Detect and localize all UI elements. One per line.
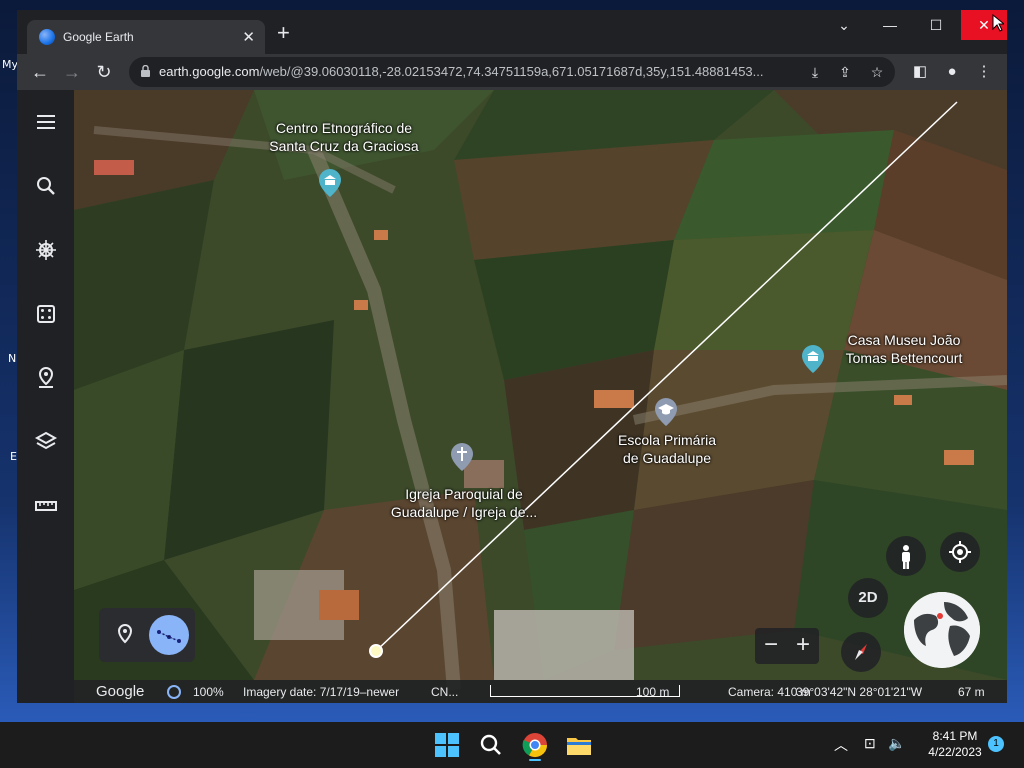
- url-text: earth.google.com/web/@39.06030118,-28.02…: [159, 64, 764, 79]
- measure-tool-panel: [99, 608, 195, 662]
- tab-close-icon[interactable]: ✕: [242, 28, 255, 46]
- maximize-button[interactable]: ☐: [913, 10, 959, 40]
- tab-title: Google Earth: [63, 30, 134, 44]
- zoom-out-button[interactable]: −: [755, 628, 787, 664]
- install-app-icon[interactable]: ⤓: [805, 62, 825, 82]
- voyager-icon[interactable]: [31, 235, 61, 265]
- desktop-icon-label[interactable]: My: [2, 58, 18, 71]
- globe-favicon-icon: [39, 29, 55, 45]
- chrome-taskbar-icon[interactable]: [519, 729, 551, 761]
- system-clock[interactable]: 8:41 PM 4/22/2023: [912, 728, 998, 760]
- profile-icon[interactable]: ●: [942, 62, 962, 82]
- place-label-centro-etnografico[interactable]: Centro Etnográfico de Santa Cruz da Grac…: [244, 119, 444, 155]
- forward-button[interactable]: →: [59, 59, 85, 85]
- school-pin-icon[interactable]: [655, 398, 677, 426]
- mouse-cursor-icon: [992, 14, 1004, 32]
- menu-kebab-icon[interactable]: ⋮: [974, 62, 994, 82]
- lock-icon[interactable]: [141, 65, 150, 77]
- clock-date: 4/22/2023: [928, 745, 982, 759]
- windows-start-icon[interactable]: [431, 729, 463, 761]
- new-tab-button[interactable]: +: [277, 22, 290, 44]
- cursor-coordinates: 39°03'42"N 28°01'21"W: [796, 685, 923, 699]
- bookmark-star-icon[interactable]: ☆: [867, 62, 887, 82]
- feeling-lucky-dice-icon[interactable]: [31, 299, 61, 329]
- zoom-controls: − +: [755, 628, 819, 664]
- back-button[interactable]: ←: [27, 59, 53, 85]
- streaming-percent: 100%: [193, 685, 224, 699]
- projects-pin-icon[interactable]: [31, 363, 61, 393]
- overview-globe-icon[interactable]: [904, 592, 980, 668]
- desktop-icon-label[interactable]: N: [8, 352, 16, 365]
- side-panel-icon[interactable]: ◧: [910, 62, 930, 82]
- add-point-pin-icon[interactable]: [109, 618, 141, 650]
- desktop-icon-label[interactable]: E: [10, 450, 17, 463]
- museum-pin-icon[interactable]: [319, 169, 341, 197]
- google-logo: Google: [96, 683, 145, 700]
- tab-search-chevron-icon[interactable]: ⌄: [821, 10, 867, 40]
- browser-window: Google Earth ✕ + ⌄ — ☐ ✕ ← → ↻ earth.goo…: [17, 10, 1007, 703]
- taskbar: ︿ ⊡ 🔈 8:41 PM 4/22/2023 1: [0, 722, 1024, 768]
- zoom-in-button[interactable]: +: [787, 628, 819, 664]
- place-label-casa-museu[interactable]: Casa Museu João Tomas Bettencourt: [824, 331, 984, 367]
- browser-toolbar: ← → ↻ earth.google.com/web/@39.06030118,…: [17, 54, 1007, 90]
- address-bar[interactable]: earth.google.com/web/@39.06030118,-28.02…: [129, 57, 895, 87]
- toggle-2d-button[interactable]: 2D: [848, 578, 888, 618]
- pegman-street-view-icon[interactable]: [886, 536, 926, 576]
- place-label-igreja-paroquial[interactable]: Igreja Paroquial de Guadalupe / Igreja d…: [374, 485, 554, 521]
- attribution-text[interactable]: CN...: [431, 685, 458, 699]
- volume-icon[interactable]: 🔈: [888, 735, 905, 752]
- museum-pin-icon[interactable]: [802, 345, 824, 373]
- share-icon[interactable]: ⇪: [835, 62, 855, 82]
- tab-strip: Google Earth ✕ + ⌄ — ☐ ✕: [17, 10, 1007, 54]
- reload-button[interactable]: ↻: [91, 59, 117, 85]
- scale-label: 100 m: [636, 685, 670, 699]
- streaming-progress-icon: [167, 685, 181, 699]
- file-explorer-icon[interactable]: [563, 729, 595, 761]
- measure-ruler-icon[interactable]: [31, 491, 61, 521]
- show-hidden-icons-chevron-icon[interactable]: ︿: [834, 735, 848, 755]
- taskbar-search-icon[interactable]: [475, 729, 507, 761]
- earth-sidebar: [17, 90, 74, 703]
- my-location-icon[interactable]: [940, 532, 980, 572]
- search-icon[interactable]: [31, 171, 61, 201]
- network-icon[interactable]: ⊡: [864, 735, 876, 752]
- map-style-layers-icon[interactable]: [31, 427, 61, 457]
- minimize-button[interactable]: —: [867, 10, 913, 40]
- church-pin-icon[interactable]: [451, 443, 473, 471]
- main-menu-icon[interactable]: [31, 107, 61, 137]
- clock-time: 8:41 PM: [932, 729, 978, 743]
- compass-icon[interactable]: [841, 632, 881, 672]
- tab-google-earth[interactable]: Google Earth ✕: [27, 20, 265, 54]
- ground-elevation: 67 m: [958, 685, 985, 699]
- place-label-escola-primaria[interactable]: Escola Primária de Guadalupe: [602, 431, 732, 467]
- status-bar: Google 100% Imagery date: 7/17/19–newer …: [74, 680, 1007, 703]
- notification-badge[interactable]: 1: [988, 736, 1004, 752]
- earth-map-view[interactable]: Centro Etnográfico de Santa Cruz da Grac…: [74, 90, 1007, 703]
- measure-path-icon[interactable]: [149, 615, 189, 655]
- imagery-date[interactable]: Imagery date: 7/17/19–newer: [243, 685, 399, 699]
- earth-app: Centro Etnográfico de Santa Cruz da Grac…: [17, 90, 1007, 703]
